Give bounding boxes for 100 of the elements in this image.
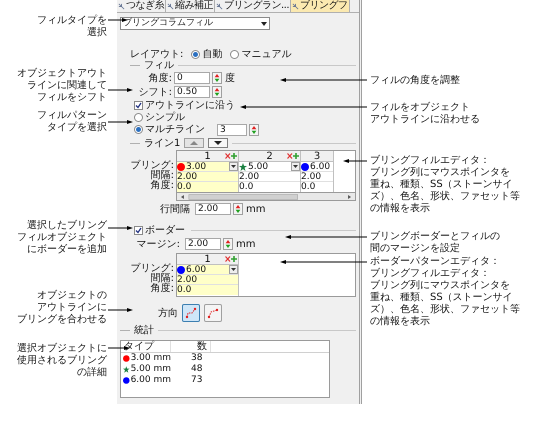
delete-add-icon[interactable]	[287, 153, 299, 159]
dotted-path-icon	[185, 307, 197, 319]
tab-icon	[216, 2, 223, 10]
tab[interactable]: 縮み補正	[166, 0, 215, 12]
radio-label[interactable]: マルチライン	[145, 122, 205, 137]
spinner-icon[interactable]	[233, 203, 243, 215]
table-cell-text: 38	[190, 353, 204, 364]
radio-button[interactable]	[134, 113, 143, 122]
tab[interactable]: ブリングフ	[291, 0, 350, 12]
tab-icon	[118, 2, 125, 10]
size-value: 6.00	[310, 162, 332, 172]
checkbox-label[interactable]: ボーダー	[145, 222, 185, 238]
tab-icon	[167, 2, 174, 10]
table-cell: 3.00 mm	[130, 353, 171, 364]
group-title: フィル	[144, 60, 174, 71]
number-field[interactable]: 0	[174, 72, 210, 84]
table-cell: 6.00 mm	[130, 375, 171, 386]
radio-button[interactable]	[191, 50, 200, 58]
bling-size-cell[interactable]: 6.00	[301, 162, 333, 172]
callout-text: オブジェクトアウト ラインに関連して フィルをシフト	[16, 68, 107, 104]
layout-label: レイアウト:	[130, 48, 184, 61]
group-title: ライン1	[144, 136, 180, 150]
row-label: ブリング:	[130, 264, 174, 274]
horizontal-scrollbar-icon[interactable]	[179, 194, 353, 200]
spacing-value: 2.00	[177, 275, 238, 285]
callout-text: フィルタイプを 選択	[36, 15, 107, 39]
spinner-icon[interactable]	[212, 86, 222, 98]
table-cell-text: 73	[190, 375, 204, 386]
spinner-icon[interactable]	[223, 238, 233, 250]
angle-value: 0.0	[177, 182, 238, 192]
move-down-button[interactable]	[208, 138, 228, 148]
tab[interactable]: つなぎ糸	[117, 0, 166, 12]
direction-button[interactable]	[182, 304, 200, 322]
down-arrow-icon	[214, 141, 222, 145]
size-value: 3.00	[186, 162, 208, 172]
unit-label: 度	[225, 72, 235, 86]
column-header: 2	[266, 151, 273, 162]
radio-label[interactable]: シンプル	[145, 110, 185, 125]
radio-button[interactable]	[134, 125, 143, 134]
number-field[interactable]: 2.00	[185, 238, 221, 250]
spinner-icon[interactable]	[249, 124, 259, 136]
spinner-icon[interactable]	[212, 72, 222, 84]
unit-label: mm	[246, 202, 266, 216]
number-field[interactable]: 3	[217, 124, 247, 136]
column-header: 1	[204, 254, 211, 264]
delete-add-icon[interactable]	[225, 153, 237, 159]
leader-arrow	[343, 158, 367, 164]
tab[interactable]: ブリングラン...	[215, 0, 292, 12]
table-cell-text: 48	[190, 364, 204, 375]
dropdown-arrow-icon[interactable]	[291, 162, 300, 171]
callout-text: フィルをオブジェクト アウトラインに沿わせる	[370, 102, 481, 126]
leader-arrow	[108, 87, 133, 93]
bling-size-cell[interactable]: 3.00	[177, 162, 238, 172]
angle-value: 0.0	[177, 285, 238, 295]
radio-label[interactable]: マニュアル	[241, 46, 292, 62]
tab-icon	[292, 2, 300, 10]
callout-text: ブリングボーダーとフィルの 間のマージンを設定	[370, 231, 501, 255]
field-label: 角度:	[148, 72, 173, 86]
callout-text: ボーダーパターンエディタ： ブリングフィルエディタ： ブリング列にマウスポインタを 重ね、種類、SS（ストーンサイ ズ）、色名、形状、ファセット等 の情報を表示	[370, 256, 521, 328]
callout-text: オブジェクトの アウトラインに ブリングを合わせる	[16, 290, 107, 326]
checkbox-label[interactable]: アウトラインに沿う	[145, 98, 235, 113]
unit-label: mm	[236, 238, 256, 252]
direction-label: 方向	[158, 306, 178, 320]
spacing-value: 2.00	[301, 172, 333, 182]
spacing-value: 2.00	[177, 172, 238, 182]
callout-text: フィルの角度を調整	[370, 75, 461, 87]
direction-button[interactable]	[204, 304, 222, 322]
field-label: 行間隔	[160, 202, 191, 216]
bling-size-cell[interactable]: 5.00	[239, 162, 300, 172]
dropdown-arrow-icon[interactable]	[229, 265, 238, 274]
row-label: ブリング:	[130, 161, 174, 171]
callout-text: ブリングフィルエディタ： ブリング列にマウスポインタを 重ね、種類、SS（ストーンサイ ズ）、色名、形状、ファセット等 の情報を表示	[370, 155, 521, 215]
bling-size-cell[interactable]: 6.00	[177, 265, 238, 275]
field-label: シフト:	[138, 86, 173, 100]
callout-text: 選択オブジェクトに 使用されるブリング の詳細	[16, 343, 107, 379]
callout-text: 選択したブリング フィルオブジェクト にボーダーを追加	[16, 220, 107, 256]
size-value: 5.00	[248, 162, 270, 172]
row-label: 間隔:	[150, 171, 174, 181]
row-label: 間隔:	[150, 274, 174, 284]
dropdown-arrow-icon[interactable]	[261, 22, 267, 26]
column-header: 数	[171, 341, 211, 352]
callout-text: フィルパターン タイプを選択	[36, 110, 107, 134]
spacing-value: 2.00	[239, 172, 300, 182]
radio-button[interactable]	[230, 50, 240, 58]
size-value: 6.00	[186, 264, 208, 274]
checkbox[interactable]	[134, 226, 143, 234]
up-arrow-icon	[190, 141, 198, 145]
column-header: 1	[204, 151, 211, 162]
table-cell: 5.00 mm	[130, 364, 171, 375]
group-title: 統計	[134, 325, 154, 336]
leader-arrow	[108, 119, 133, 125]
dropdown-arrow-icon[interactable]	[229, 162, 238, 171]
column-header: 3	[314, 151, 320, 162]
radio-label[interactable]: 自動	[202, 46, 222, 62]
checkbox[interactable]	[134, 101, 143, 110]
leader-arrow	[108, 225, 133, 231]
number-field[interactable]: 2.00	[195, 203, 231, 215]
row-label: 角度:	[150, 284, 174, 294]
number-field[interactable]: 0.50	[174, 86, 210, 98]
delete-add-icon[interactable]	[225, 256, 237, 262]
